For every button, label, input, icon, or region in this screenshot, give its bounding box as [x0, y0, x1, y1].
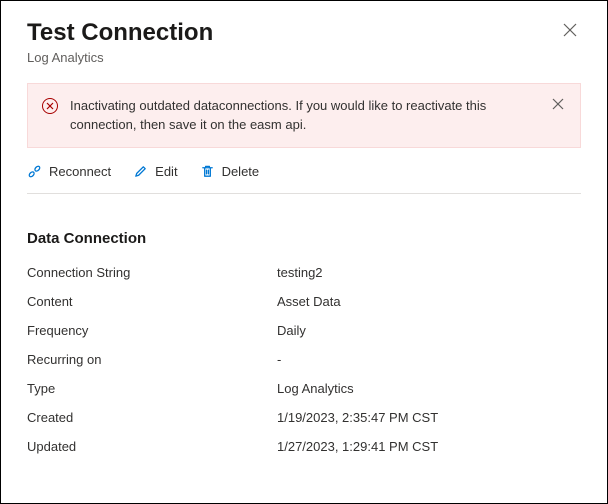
properties-grid: Connection String testing2 Content Asset…: [27, 265, 581, 454]
reconnect-icon: [27, 164, 42, 179]
label-content: Content: [27, 294, 277, 309]
alert-message: Inactivating outdated dataconnections. I…: [70, 96, 538, 135]
page-title: Test Connection: [27, 19, 559, 48]
title-block: Test Connection Log Analytics: [27, 19, 559, 65]
section-title: Data Connection: [27, 230, 581, 247]
value-updated: 1/27/2023, 1:29:41 PM CST: [277, 439, 581, 454]
label-created: Created: [27, 410, 277, 425]
label-connection-string: Connection String: [27, 265, 277, 280]
label-recurring-on: Recurring on: [27, 352, 277, 367]
reconnect-button[interactable]: Reconnect: [27, 162, 111, 181]
reconnect-label: Reconnect: [49, 164, 111, 179]
panel-header: Test Connection Log Analytics: [27, 19, 581, 65]
value-recurring-on: -: [277, 352, 581, 367]
dismiss-alert-button[interactable]: [550, 96, 566, 115]
label-type: Type: [27, 381, 277, 396]
value-frequency: Daily: [277, 323, 581, 338]
value-connection-string: testing2: [277, 265, 581, 280]
close-icon: [563, 23, 577, 40]
delete-label: Delete: [222, 164, 260, 179]
edit-icon: [133, 164, 148, 179]
close-button[interactable]: [559, 19, 581, 44]
delete-button[interactable]: Delete: [200, 162, 260, 181]
toolbar: Reconnect Edit Delete: [27, 162, 581, 194]
error-icon: [42, 98, 58, 114]
value-created: 1/19/2023, 2:35:47 PM CST: [277, 410, 581, 425]
value-content: Asset Data: [277, 294, 581, 309]
edit-button[interactable]: Edit: [133, 162, 177, 181]
close-icon: [552, 98, 564, 113]
label-frequency: Frequency: [27, 323, 277, 338]
page-subtitle: Log Analytics: [27, 50, 559, 65]
edit-label: Edit: [155, 164, 177, 179]
error-alert: Inactivating outdated dataconnections. I…: [27, 83, 581, 148]
value-type: Log Analytics: [277, 381, 581, 396]
connection-panel: Test Connection Log Analytics Inactivati…: [0, 0, 608, 504]
label-updated: Updated: [27, 439, 277, 454]
delete-icon: [200, 164, 215, 179]
